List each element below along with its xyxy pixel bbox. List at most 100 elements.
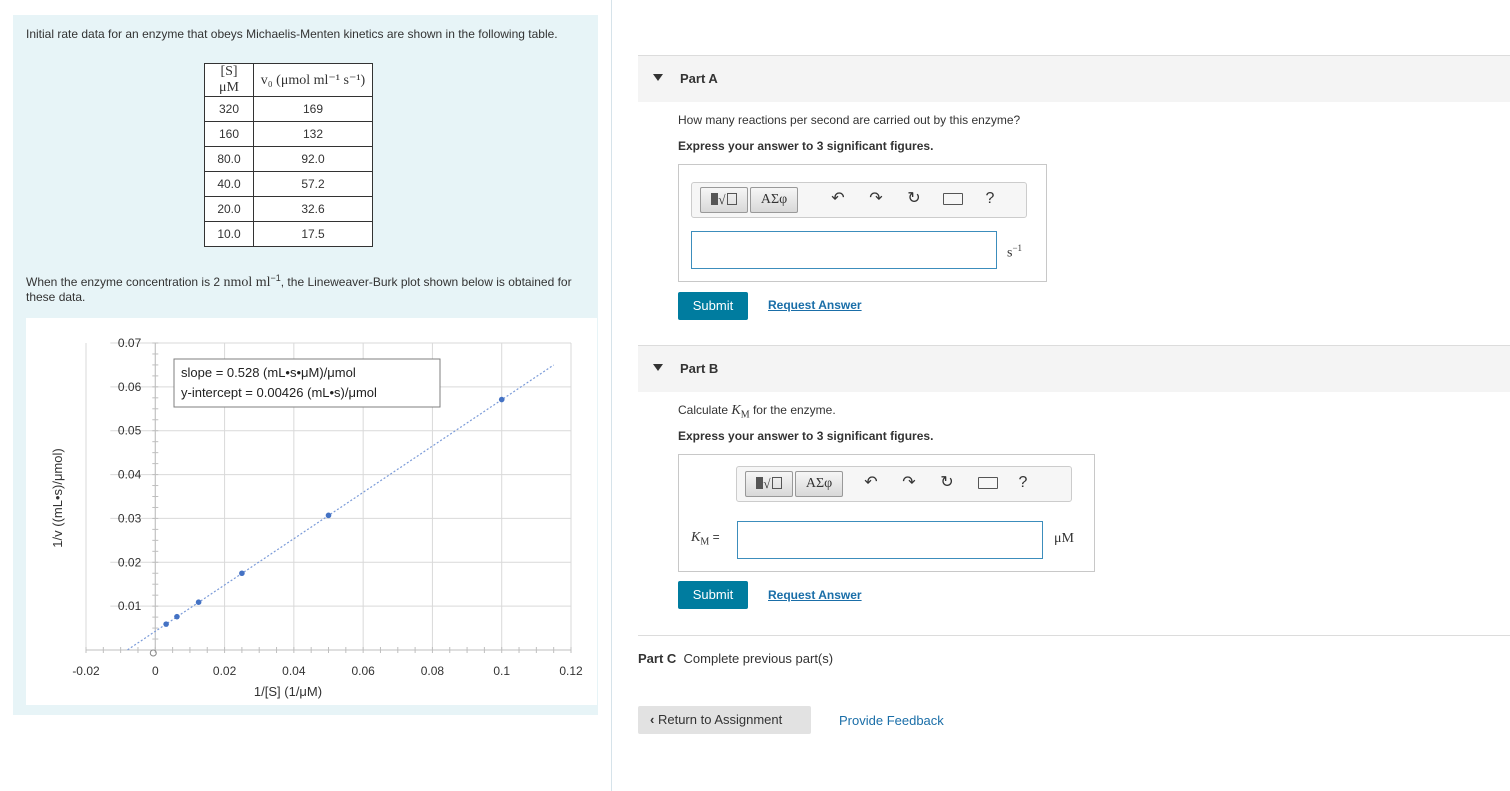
part-c-row: Part C Complete previous part(s) [638, 651, 833, 666]
help-icon[interactable]: ? [1013, 473, 1033, 493]
table-header-rate: v₀ (μmol ml⁻¹ s⁻¹) [253, 63, 373, 97]
panel-divider [611, 0, 612, 791]
note-sup: −1 [270, 273, 281, 283]
table-row: 40.0 57.2 [204, 171, 373, 197]
greek-symbols-button[interactable]: ΑΣφ [795, 471, 843, 497]
part-b-field-label: KM = [691, 530, 720, 547]
field-eq: = [709, 530, 720, 544]
data-point [498, 396, 505, 403]
x-tick-label: 0.02 [213, 664, 237, 678]
part-b-request-answer-link[interactable]: Request Answer [768, 588, 862, 602]
part-a-request-answer-link[interactable]: Request Answer [768, 298, 862, 312]
table-cell: 80.0 [204, 146, 254, 172]
table-cell: 160 [204, 121, 254, 147]
part-b-question: Calculate KM for the enzyme. [678, 403, 836, 420]
provide-feedback-link[interactable]: Provide Feedback [839, 713, 944, 728]
field-sub: M [700, 536, 710, 548]
table-header-substrate: [S] μM [204, 63, 254, 97]
data-point [163, 621, 169, 627]
part-b-header[interactable]: Part B [638, 346, 1510, 392]
math-toolbar: √ ΑΣφ ↶ ↷ ↻ ? [691, 182, 1027, 218]
keyboard-icon[interactable] [977, 473, 999, 493]
chart-svg: -0.02 0 0.02 0.04 0.06 0.08 0.1 0.12 0.01 0.02 0.0… [50, 336, 583, 699]
keyboard-icon[interactable] [942, 189, 964, 209]
part-a-submit-button[interactable]: Submit [678, 292, 748, 320]
collapse-triangle-icon[interactable] [653, 364, 663, 371]
return-label: Return to Assignment [657, 712, 783, 727]
chart-fit-line [127, 364, 555, 657]
part-a-answer-input[interactable] [691, 231, 997, 269]
fit-line [127, 364, 555, 651]
chart-y-label: 1/v ((mL•s)/μmol) [50, 448, 65, 547]
x-tick-label: -0.02 [72, 664, 100, 678]
part-c-title: Part C [638, 651, 677, 666]
y-tick-label: 0.05 [118, 424, 142, 438]
data-point [195, 599, 202, 605]
undo-icon[interactable]: ↶ [828, 189, 848, 209]
table-cell: 92.0 [253, 146, 373, 172]
x-tick-label: 0.04 [282, 664, 306, 678]
table-row: 320 169 [204, 96, 373, 122]
table-cell: 132 [253, 121, 373, 147]
part-b-hint: Express your answer to 3 significant fig… [678, 429, 934, 443]
unit-sup: −1 [1012, 243, 1023, 253]
problem-note: When the enzyme concentration is 2 nmol … [26, 271, 586, 305]
y-tick-label: 0.02 [118, 555, 142, 569]
part-a-title: Part A [680, 71, 718, 86]
reset-icon[interactable]: ↻ [904, 189, 924, 209]
table-cell: 320 [204, 96, 254, 122]
collapse-triangle-icon[interactable] [653, 74, 663, 81]
template-button[interactable]: √ [700, 187, 748, 213]
part-c-status: Complete previous part(s) [683, 651, 834, 666]
problem-panel: Initial rate data for an enzyme that obe… [13, 15, 598, 715]
template-button[interactable]: √ [745, 471, 793, 497]
y-tick-label: 0.01 [118, 599, 142, 613]
y-tick-label: 0.07 [118, 336, 142, 350]
x-tick-label: 0 [152, 664, 159, 678]
table-cell: 20.0 [204, 196, 254, 222]
table-cell: 10.0 [204, 221, 254, 247]
table-row: 20.0 32.6 [204, 196, 373, 222]
chevron-left-icon: ‹ [650, 712, 655, 727]
redo-icon[interactable]: ↷ [866, 189, 886, 209]
annotation-slope: slope = 0.528 (mL•s•μM)/μmol [181, 365, 356, 380]
data-point [174, 613, 180, 620]
x-tick-label: 0.1 [493, 664, 510, 678]
field-var: K [691, 530, 701, 545]
help-icon[interactable]: ? [980, 189, 1000, 209]
chart-x-label: 1/[S] (1/μM) [254, 684, 322, 699]
part-b-answer-box: √ ΑΣφ ↶ ↷ ↻ ? KM = μM [678, 454, 1095, 572]
question-text: Calculate [678, 403, 732, 417]
data-point [239, 570, 245, 577]
table-cell: 32.6 [253, 196, 373, 222]
x-tick-label: 0.12 [559, 664, 583, 678]
table-cell: 57.2 [253, 171, 373, 197]
part-a-unit: s−1 [1007, 243, 1022, 262]
part-b-title: Part B [680, 361, 719, 376]
note-math: nmol ml [223, 275, 271, 290]
x-tick-label: 0.06 [351, 664, 375, 678]
table-cell: 40.0 [204, 171, 254, 197]
rate-data-table: [S] μM v₀ (μmol ml⁻¹ s⁻¹) 320 169 160 132 … [204, 63, 373, 247]
greek-symbols-button[interactable]: ΑΣφ [750, 187, 798, 213]
y-tick-label: 0.03 [118, 511, 142, 525]
table-cell: 17.5 [253, 221, 373, 247]
x-tick-label: 0.08 [421, 664, 445, 678]
part-a-header[interactable]: Part A [638, 56, 1510, 102]
part-a-answer-box: √ ΑΣφ ↶ ↷ ↻ ? s−1 [678, 164, 1047, 282]
undo-icon[interactable]: ↶ [861, 473, 881, 493]
table-cell: 169 [253, 96, 373, 122]
table-row: 80.0 92.0 [204, 146, 373, 172]
lineweaver-burk-chart: -0.02 0 0.02 0.04 0.06 0.08 0.1 0.12 0.01 0.02 0.0… [26, 318, 597, 705]
part-b-submit-button[interactable]: Submit [678, 581, 748, 609]
part-b-answer-input[interactable] [737, 521, 1043, 559]
table-row: 160 132 [204, 121, 373, 147]
annotation-intercept: y-intercept = 0.00426 (mL•s)/μmol [181, 385, 377, 400]
reset-icon[interactable]: ↻ [937, 473, 957, 493]
y-tick-label: 0.04 [118, 468, 142, 482]
part-a-hint: Express your answer to 3 significant fig… [678, 139, 934, 153]
redo-icon[interactable]: ↷ [899, 473, 919, 493]
data-point [325, 512, 332, 519]
return-to-assignment-button[interactable]: ‹ Return to Assignment [638, 706, 811, 734]
part-a-question: How many reactions per second are carrie… [678, 113, 1021, 127]
